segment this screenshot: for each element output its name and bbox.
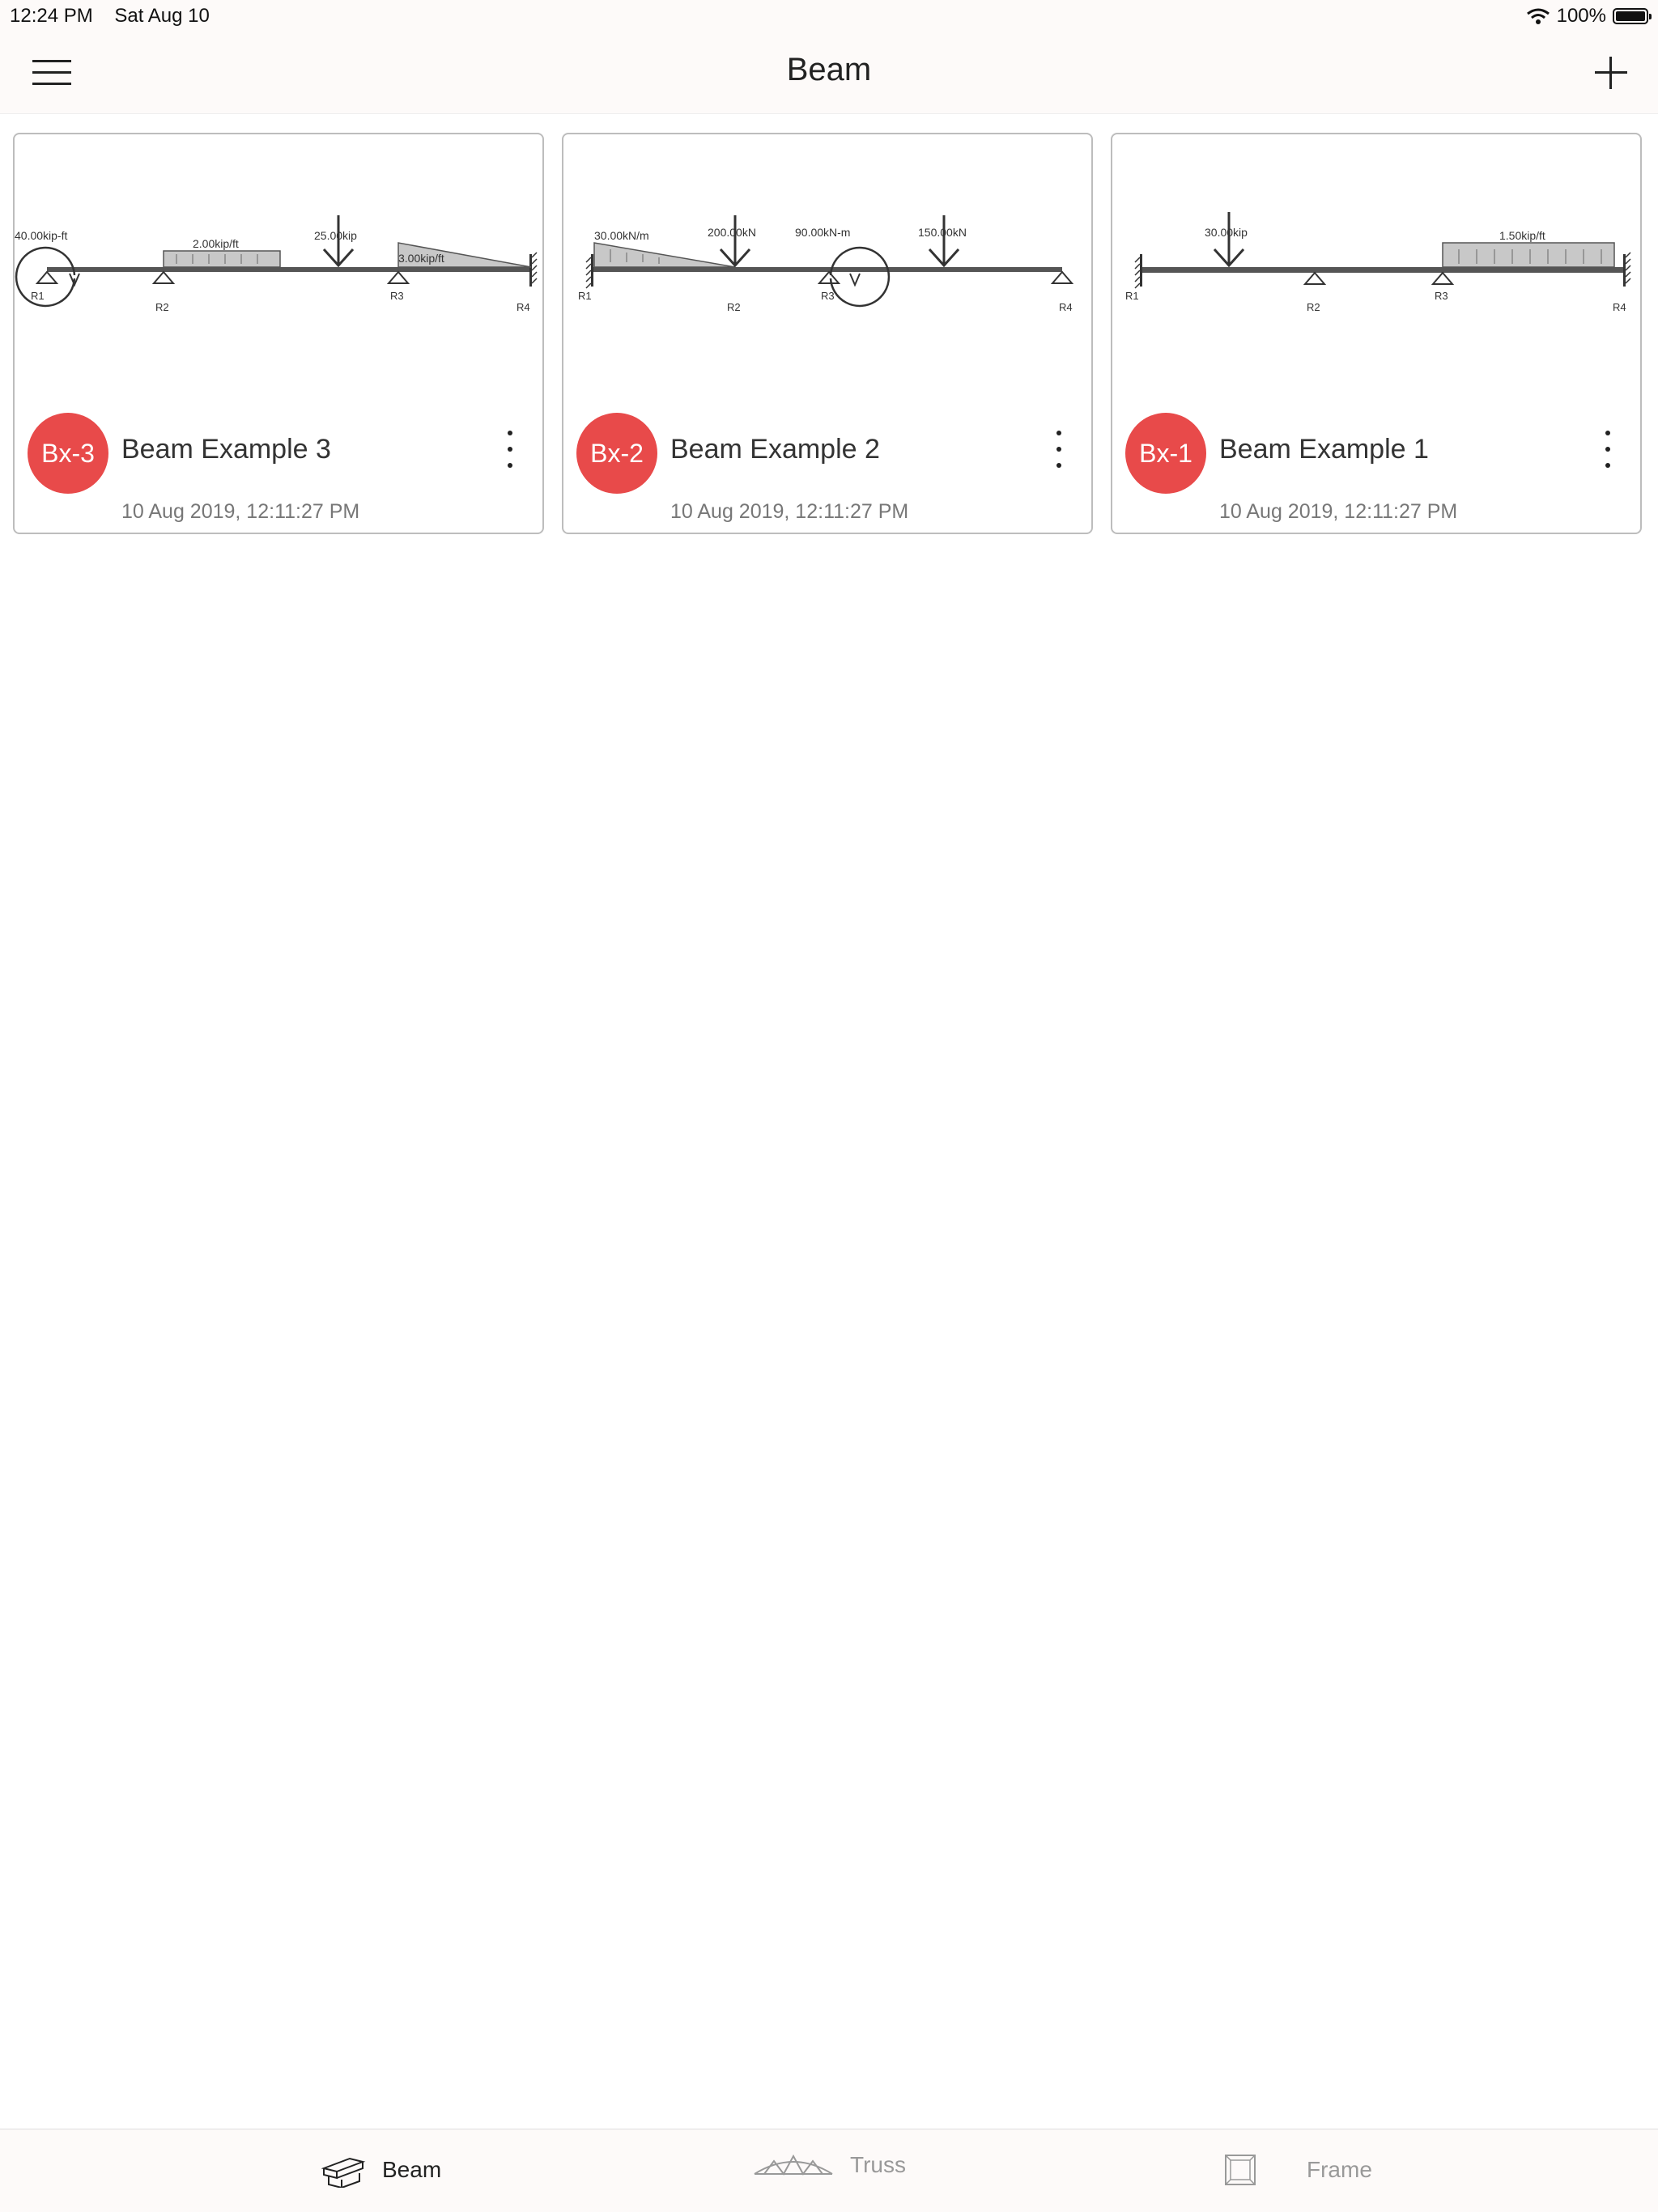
dot-icon <box>1056 463 1061 468</box>
reaction-label-r3: R3 <box>390 290 404 302</box>
beam-card-example-1[interactable]: 30.00kip 1.50kip/ft R1 R2 R3 R4 Bx-1 Bea… <box>1111 133 1642 534</box>
reaction-label-r4: R4 <box>1613 301 1626 313</box>
wifi-icon <box>1526 8 1550 24</box>
beam-line <box>593 267 1062 272</box>
point-load-label-1: 200.00kN <box>708 226 756 239</box>
reaction-label-r2: R2 <box>1307 301 1320 313</box>
fixed-support-icon <box>1134 254 1142 289</box>
dot-icon <box>508 463 512 468</box>
frame-icon <box>1225 2155 1256 2185</box>
pin-support-icon <box>386 270 410 284</box>
tab-frame[interactable]: Frame <box>1222 2152 1372 2188</box>
reaction-label-r1: R1 <box>31 290 45 302</box>
point-load-label-2: 150.00kN <box>918 226 967 239</box>
dot-icon <box>1056 447 1061 452</box>
dot-icon <box>1056 431 1061 435</box>
pin-support-icon <box>1431 271 1455 285</box>
add-button[interactable] <box>1593 55 1629 91</box>
status-date: Sat Aug 10 <box>114 5 210 27</box>
tab-frame-label: Frame <box>1307 2157 1372 2182</box>
beam-line <box>1141 267 1624 273</box>
more-options-button[interactable] <box>1600 431 1616 468</box>
tab-beam[interactable]: Beam <box>321 2152 441 2188</box>
more-options-button[interactable] <box>1051 431 1067 468</box>
triangular-load-label: 3.00kip/ft <box>398 252 444 265</box>
nav-bar: Beam <box>0 32 1658 114</box>
triangular-load-icon <box>593 242 736 268</box>
dot-icon <box>508 431 512 435</box>
beam-date: 10 Aug 2019, 12:11:27 PM <box>670 500 909 523</box>
fixed-support-icon <box>529 252 538 287</box>
beam-badge: Bx-1 <box>1125 413 1206 494</box>
beam-name: Beam Example 3 <box>121 434 331 465</box>
beam-card-example-2[interactable]: 30.00kN/m 200.00kN 90.00kN-m 150.00kN R1 <box>562 133 1093 534</box>
moment-label: 40.00kip-ft <box>15 229 67 242</box>
battery-icon <box>1613 8 1652 24</box>
beam-badge: Bx-3 <box>28 413 108 494</box>
beam-name: Beam Example 2 <box>670 434 880 465</box>
tab-beam-label: Beam <box>382 2157 442 2182</box>
truss-icon <box>754 2154 833 2176</box>
tab-bar: Beam Truss Frame <box>0 2129 1658 2212</box>
more-options-button[interactable] <box>502 431 518 468</box>
dot-icon <box>1605 463 1610 468</box>
dot-icon <box>1605 431 1610 435</box>
fixed-support-icon <box>1623 252 1631 287</box>
udl-load-icon <box>163 250 281 268</box>
beam-date: 10 Aug 2019, 12:11:27 PM <box>121 500 360 523</box>
reaction-label-r4: R4 <box>1059 301 1073 313</box>
udl-label: 1.50kip/ft <box>1499 229 1545 242</box>
beam-icon <box>321 2157 366 2188</box>
status-left: 12:24 PM Sat Aug 10 <box>10 5 226 28</box>
status-time: 12:24 PM <box>10 5 93 27</box>
fixed-support-icon <box>585 254 593 289</box>
beam-line <box>47 267 531 272</box>
moment-label: 90.00kN-m <box>795 226 850 239</box>
beam-badge: Bx-2 <box>576 413 657 494</box>
reaction-label-r1: R1 <box>1125 290 1139 302</box>
dot-icon <box>1605 447 1610 452</box>
dot-icon <box>508 447 512 452</box>
point-load-label: 30.00kip <box>1205 226 1248 239</box>
pin-support-icon <box>817 270 841 284</box>
reaction-label-r2: R2 <box>727 301 741 313</box>
reaction-label-r3: R3 <box>1435 290 1448 302</box>
reaction-label-r3: R3 <box>821 290 835 302</box>
moment-icon <box>829 246 891 308</box>
moment-icon <box>15 246 76 308</box>
tab-truss-label: Truss <box>850 2152 906 2177</box>
tab-truss[interactable]: Truss <box>753 2152 906 2178</box>
status-bar: 12:24 PM Sat Aug 10 100% <box>0 0 1658 32</box>
reaction-label-r2: R2 <box>155 301 169 313</box>
beam-date: 10 Aug 2019, 12:11:27 PM <box>1219 500 1458 523</box>
udl-label: 2.00kip/ft <box>193 237 239 250</box>
udl-load-icon <box>1442 242 1615 268</box>
point-load-label: 25.00kip <box>314 229 357 242</box>
pin-support-icon <box>35 270 59 284</box>
plus-icon <box>1595 57 1627 89</box>
beam-name: Beam Example 1 <box>1219 434 1429 465</box>
page-title: Beam <box>786 52 872 87</box>
pin-support-icon <box>1050 270 1074 284</box>
pin-support-icon <box>1303 271 1327 285</box>
reaction-label-r4: R4 <box>517 301 530 313</box>
status-right: 100% <box>1526 5 1652 28</box>
battery-percent: 100% <box>1556 5 1606 27</box>
reaction-label-r1: R1 <box>578 290 592 302</box>
triangular-load-label: 30.00kN/m <box>594 229 649 242</box>
beam-card-example-3[interactable]: 40.00kip-ft 2.00kip/ft 25.00kip 3.00kip/… <box>13 133 544 534</box>
pin-support-icon <box>151 270 176 284</box>
